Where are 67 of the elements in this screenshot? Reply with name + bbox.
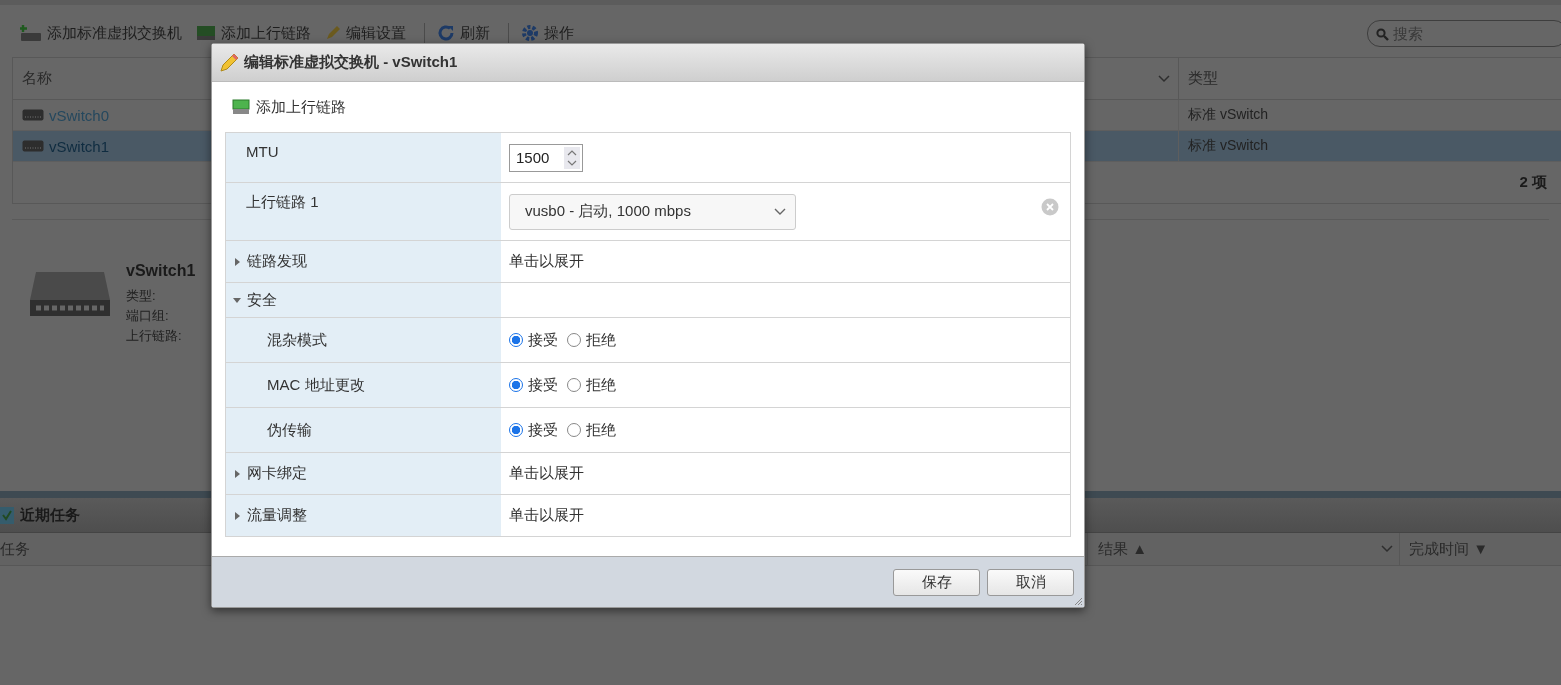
radio-label: 拒绝 (586, 330, 616, 350)
radio-button[interactable] (567, 423, 581, 437)
pencil-icon (219, 52, 239, 73)
toolbar-button[interactable]: 添加标准虚拟交换机 (16, 21, 186, 45)
resize-grip-icon[interactable] (1074, 597, 1083, 606)
switch-icon (22, 109, 44, 121)
radio-label: 拒绝 (586, 375, 616, 395)
column-header[interactable]: 任务 (0, 539, 30, 559)
radio-button[interactable] (509, 333, 523, 347)
item-count: 2 项 (1519, 173, 1547, 192)
search-icon (1376, 27, 1389, 41)
switch-title: vSwitch1 (126, 262, 196, 280)
network-card-icon (232, 99, 250, 115)
radio-button[interactable] (509, 423, 523, 437)
field-label: 上行链路 1 (246, 193, 319, 212)
field-label: 类型: (126, 287, 157, 305)
field-label: 安全 (247, 290, 277, 310)
chevron-down-icon (774, 207, 786, 216)
field-label: 链路发现 (247, 252, 307, 271)
radio-button[interactable] (509, 378, 523, 392)
expand-hint[interactable]: 单击以展开 (509, 464, 584, 483)
add-switch-icon (20, 24, 42, 42)
add-uplink-link[interactable]: 添加上行链路 (256, 97, 346, 117)
radio-label: 拒绝 (586, 420, 616, 440)
gear-icon (521, 24, 539, 42)
field-label: 混杂模式 (267, 330, 327, 350)
switch-name[interactable]: vSwitch0 (49, 106, 110, 124)
field-label: 伪传输 (267, 420, 312, 440)
radio-button[interactable] (567, 378, 581, 392)
toolbar-button[interactable]: 编辑设置 (321, 21, 410, 45)
expand-arrow-icon[interactable] (233, 469, 241, 478)
column-header[interactable]: 类型 (1188, 69, 1218, 88)
chevron-down-icon[interactable] (1158, 74, 1170, 83)
radio-button[interactable] (567, 333, 581, 347)
pencil-icon (325, 25, 341, 41)
field-label: 流量调整 (247, 506, 307, 525)
cancel-button[interactable]: 取消 (987, 568, 1074, 596)
refresh-icon (437, 24, 455, 42)
radio-label: 接受 (528, 375, 558, 395)
panel-title: 近期任务 (20, 505, 80, 525)
expand-arrow-icon[interactable] (233, 257, 241, 266)
radio-label: 接受 (528, 420, 558, 440)
table-cell: 标准 vSwitch (1188, 106, 1269, 124)
expand-arrow-icon[interactable] (233, 296, 241, 304)
switch-icon (22, 140, 44, 152)
expand-hint[interactable]: 单击以展开 (509, 506, 584, 525)
chevron-down-icon[interactable] (1381, 545, 1393, 553)
expand-hint[interactable]: 单击以展开 (509, 252, 584, 271)
column-header[interactable]: 名称 (22, 69, 52, 88)
clipboard-icon (0, 506, 14, 524)
toolbar-button[interactable]: 操作 (517, 21, 578, 45)
field-label: 网卡绑定 (247, 464, 307, 483)
radio-label: 接受 (528, 330, 558, 350)
network-card-icon (196, 25, 216, 41)
field-label: MTU (246, 143, 279, 160)
toolbar-button[interactable]: 添加上行链路 (192, 21, 315, 45)
spinner-icon[interactable] (564, 146, 580, 169)
expand-arrow-icon[interactable] (233, 511, 241, 520)
field-label: MAC 地址更改 (267, 375, 365, 395)
field-label: 端口组: (126, 307, 170, 325)
toolbar-button[interactable]: 刷新 (433, 21, 494, 45)
table-cell: 标准 vSwitch (1188, 137, 1269, 155)
save-button[interactable]: 保存 (893, 568, 980, 596)
switch-name[interactable]: vSwitch1 (49, 137, 110, 155)
uplink-dropdown[interactable]: vusb0 - 启动, 1000 mbps (509, 193, 796, 230)
dialog-title: 编辑标准虚拟交换机 - vSwitch1 (244, 53, 458, 72)
field-label: 上行链路: (126, 327, 183, 345)
